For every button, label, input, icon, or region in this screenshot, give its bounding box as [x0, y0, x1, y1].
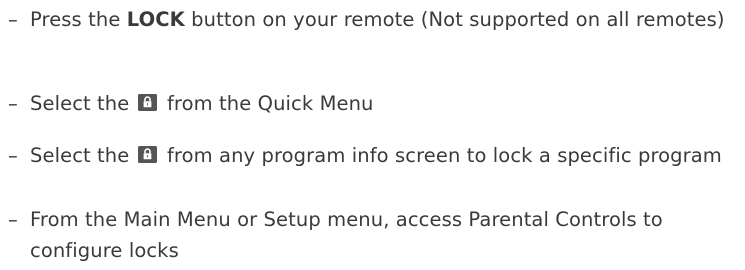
text-segment: Press the — [30, 8, 127, 31]
list-item: – Select the from the Quick Menu — [8, 88, 733, 119]
list-item-text: Select the from any program info screen … — [30, 140, 733, 171]
lock-icon — [137, 94, 157, 111]
list-item: – Select the from any program info scree… — [8, 140, 733, 171]
list-item-text: Press the LOCK button on your remote (No… — [30, 4, 733, 35]
list-item-text: Select the from the Quick Menu — [30, 88, 733, 119]
text-segment: Select the — [30, 92, 136, 115]
text-segment: from any program info screen to lock a s… — [160, 144, 722, 167]
lock-icon — [137, 146, 157, 163]
list-item: – Press the LOCK button on your remote (… — [8, 4, 733, 35]
bullet-dash: – — [8, 144, 18, 167]
text-segment: button on your remote (Not supported on … — [184, 8, 725, 31]
bullet-dash: – — [8, 208, 18, 231]
text-segment: Select the — [30, 144, 136, 167]
list-item-text: From the Main Menu or Setup menu, access… — [30, 208, 663, 262]
lock-button-label: LOCK — [126, 8, 185, 31]
bullet-dash: – — [8, 8, 18, 31]
list-item: – From the Main Menu or Setup menu, acce… — [8, 204, 733, 266]
bullet-dash: – — [8, 92, 18, 115]
text-segment: from the Quick Menu — [160, 92, 374, 115]
